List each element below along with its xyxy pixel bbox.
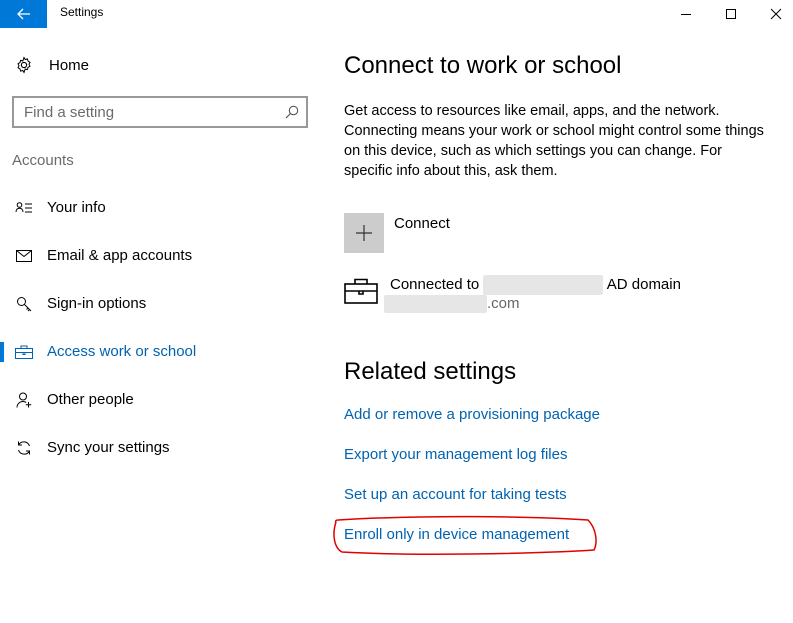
gear-icon bbox=[17, 56, 31, 74]
selected-indicator bbox=[0, 342, 4, 362]
connected-account-domain: .com bbox=[384, 295, 520, 314]
maximize-icon bbox=[726, 9, 736, 19]
minimize-button[interactable] bbox=[663, 0, 709, 28]
home-nav-item[interactable]: Home bbox=[12, 52, 89, 78]
briefcase-icon bbox=[344, 278, 378, 304]
sidebar-item-your-info[interactable]: Your info bbox=[0, 188, 330, 228]
sidebar-item-sign-in[interactable]: Sign-in options bbox=[0, 284, 330, 324]
home-label: Home bbox=[49, 56, 90, 74]
connected-prefix: Connected to bbox=[390, 275, 480, 293]
person-add-icon bbox=[15, 392, 33, 408]
search-input[interactable] bbox=[24, 103, 274, 121]
connected-suffix: AD domain bbox=[606, 275, 681, 293]
person-card-icon bbox=[15, 200, 33, 216]
sidebar-item-label: Sync your settings bbox=[47, 439, 170, 456]
sidebar-item-label: Access work or school bbox=[47, 343, 197, 360]
redacted-text bbox=[384, 295, 487, 314]
export-logs-link[interactable]: Export your management log files bbox=[344, 446, 567, 463]
minimize-icon bbox=[681, 14, 691, 15]
title-bar: Settings bbox=[0, 0, 793, 28]
connect-button[interactable] bbox=[344, 213, 384, 253]
sidebar-item-other-people[interactable]: Other people bbox=[0, 380, 330, 420]
briefcase-icon bbox=[15, 344, 33, 360]
maximize-button[interactable] bbox=[708, 0, 754, 28]
close-icon bbox=[770, 8, 782, 20]
mail-icon bbox=[15, 248, 33, 264]
sidebar-item-access-work[interactable]: Access work or school bbox=[0, 332, 330, 372]
back-button[interactable] bbox=[0, 0, 47, 28]
section-label: Accounts bbox=[12, 152, 74, 169]
test-account-link[interactable]: Set up an account for taking tests bbox=[344, 486, 567, 503]
back-arrow-icon bbox=[16, 8, 30, 20]
domain-suffix: .com bbox=[487, 295, 520, 312]
redacted-text bbox=[483, 275, 604, 295]
page-title: Connect to work or school bbox=[344, 52, 622, 79]
connect-label[interactable]: Connect bbox=[394, 215, 450, 232]
window-title: Settings bbox=[60, 5, 104, 19]
sidebar-item-label: Your info bbox=[47, 199, 106, 216]
plus-icon bbox=[356, 225, 372, 241]
search-icon[interactable] bbox=[284, 104, 300, 120]
sidebar-item-label: Sign-in options bbox=[47, 295, 147, 312]
page-description: Get access to resources like email, apps… bbox=[344, 103, 764, 179]
sidebar-item-label: Other people bbox=[47, 391, 134, 408]
sidebar-item-sync[interactable]: Sync your settings bbox=[0, 428, 330, 468]
connected-account[interactable]: Connected to AD domain bbox=[390, 275, 681, 295]
sync-icon bbox=[15, 440, 33, 456]
search-box[interactable] bbox=[12, 96, 308, 128]
sidebar-item-label: Email & app accounts bbox=[47, 247, 193, 264]
close-button[interactable] bbox=[753, 0, 793, 28]
key-icon bbox=[15, 296, 33, 312]
sidebar-item-email[interactable]: Email & app accounts bbox=[0, 236, 330, 276]
red-circle-annotation bbox=[333, 515, 597, 555]
provisioning-package-link[interactable]: Add or remove a provisioning package bbox=[344, 406, 600, 423]
related-settings-heading: Related settings bbox=[344, 358, 517, 385]
